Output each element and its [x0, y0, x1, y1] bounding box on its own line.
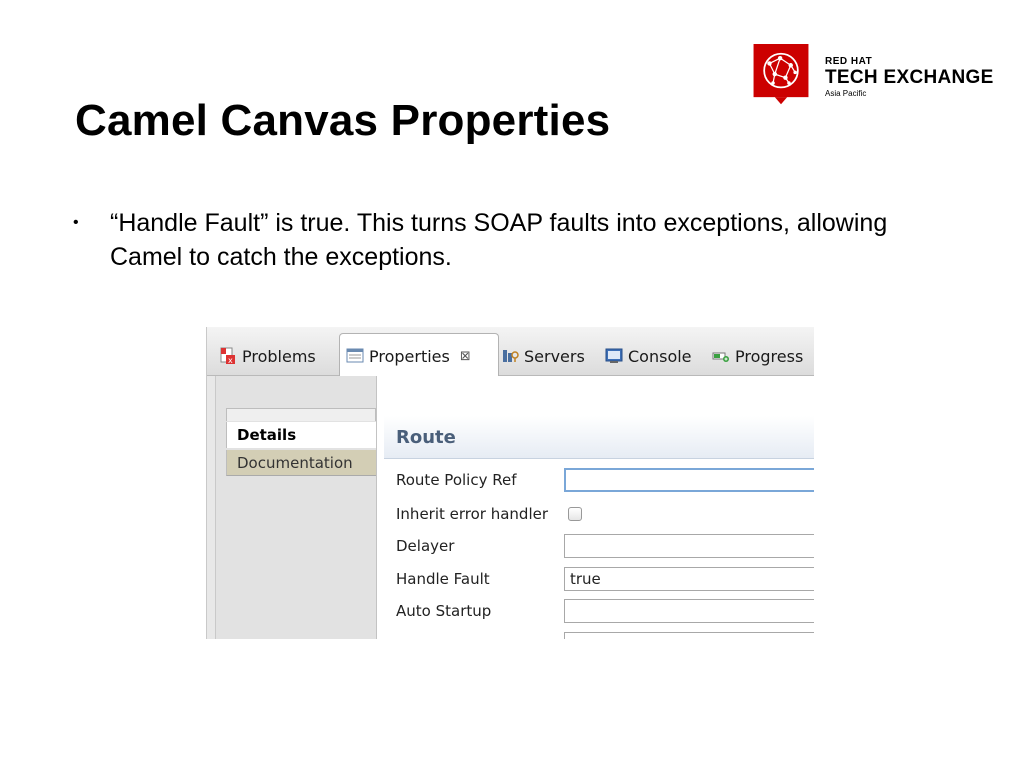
field-row-inherit-error-handler: Inherit error handler: [396, 502, 814, 528]
servers-icon: [501, 347, 519, 365]
tab-properties[interactable]: Properties ⊠: [339, 333, 499, 378]
tab-progress[interactable]: Progress: [712, 337, 803, 375]
handle-fault-input[interactable]: true: [564, 567, 814, 591]
eclipse-properties-screenshot: x Problems Properties ⊠ Servers Console: [206, 327, 814, 639]
tab-properties-label: Properties: [369, 346, 450, 366]
field-row-delayer: Delayer: [396, 534, 814, 560]
slide-title: Camel Canvas Properties: [75, 96, 611, 145]
bullet-marker: •: [73, 214, 79, 231]
properties-content: Details Documentation Route Route Policy…: [215, 376, 814, 639]
logo-line-tech-exchange: TECH EXCHANGE: [825, 67, 994, 88]
sidebar-top-edge: [226, 408, 376, 421]
properties-icon: [346, 347, 364, 365]
auto-startup-label: Auto Startup: [396, 602, 492, 620]
inherit-error-handler-label: Inherit error handler: [396, 505, 549, 523]
field-row-cut-off: [396, 632, 814, 639]
next-field-input[interactable]: [564, 632, 814, 639]
section-title: Route: [384, 416, 814, 459]
route-policy-ref-label: Route Policy Ref: [396, 471, 517, 489]
tab-progress-label: Progress: [735, 346, 804, 366]
tab-problems-label: Problems: [242, 346, 316, 366]
tab-servers[interactable]: Servers: [501, 337, 585, 375]
red-hat-tech-exchange-logo: RED HAT TECH EXCHANGE Asia Pacific: [750, 44, 1010, 114]
tab-problems[interactable]: x Problems: [219, 337, 316, 375]
progress-icon: [712, 347, 730, 365]
field-row-route-policy-ref: Route Policy Ref: [396, 468, 814, 494]
console-icon: [605, 347, 623, 365]
sidebar-item-details[interactable]: Details: [226, 422, 376, 448]
svg-text:x: x: [228, 356, 233, 365]
tab-console-label: Console: [628, 346, 692, 366]
field-row-handle-fault: Handle Fault true: [396, 567, 814, 593]
problems-icon: x: [219, 347, 237, 365]
logo-line-asia-pacific: Asia Pacific: [825, 89, 867, 98]
field-row-auto-startup: Auto Startup: [396, 599, 814, 625]
globe-badge-icon: [753, 44, 809, 105]
bullet-text: “Handle Fault” is true. This turns SOAP …: [110, 209, 888, 271]
delayer-input[interactable]: [564, 534, 814, 558]
view-tab-bar: x Problems Properties ⊠ Servers Console: [207, 327, 814, 378]
logo-line-red-hat: RED HAT: [825, 56, 873, 67]
auto-startup-input[interactable]: [564, 599, 814, 623]
tab-console[interactable]: Console: [605, 337, 692, 375]
bullet-point: • “Handle Fault” is true. This turns SOA…: [73, 206, 910, 274]
sidebar-item-documentation[interactable]: Documentation: [226, 450, 376, 476]
tab-servers-label: Servers: [524, 346, 585, 366]
delayer-label: Delayer: [396, 537, 455, 555]
inherit-error-handler-checkbox[interactable]: [568, 507, 582, 521]
handle-fault-label: Handle Fault: [396, 570, 490, 588]
route-policy-ref-input[interactable]: [564, 468, 814, 492]
close-tab-icon[interactable]: ⊠: [460, 349, 471, 364]
properties-sidebar: Details Documentation: [216, 376, 377, 639]
